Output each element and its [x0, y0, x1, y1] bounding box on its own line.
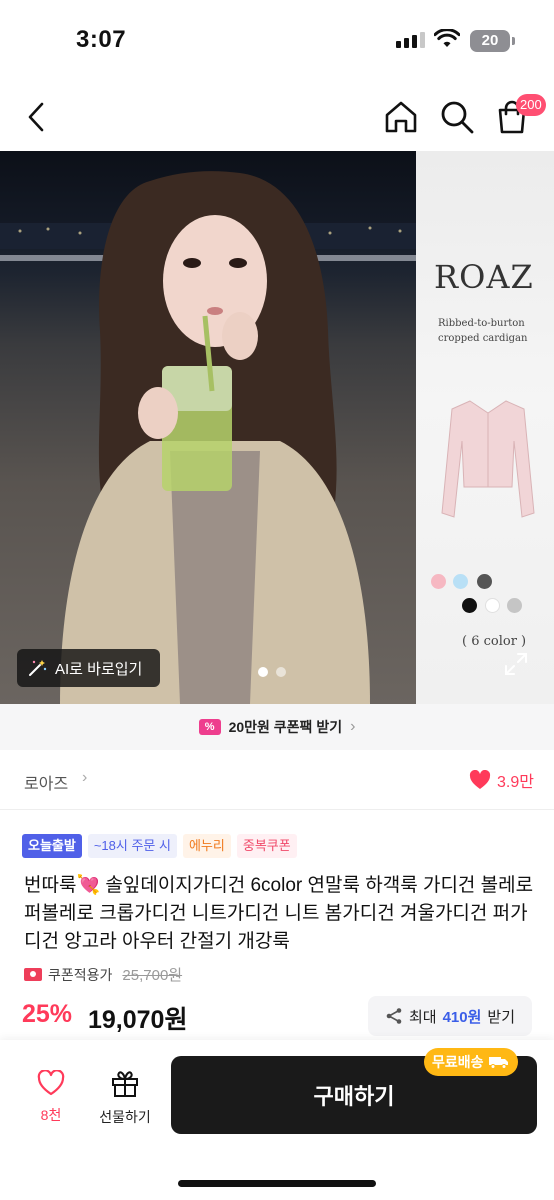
- max-coupon-suffix: 받기: [487, 1008, 516, 1026]
- tag-order-by: ~18시 주문 시: [87, 834, 177, 858]
- store-like-count: 3.9만: [497, 774, 534, 791]
- gift-icon: [112, 1071, 138, 1097]
- cellular-signal-icon: [396, 32, 425, 48]
- gift-button[interactable]: 선물하기: [88, 1070, 162, 1130]
- wishlist-button[interactable]: 8천: [26, 1069, 76, 1130]
- gift-label: 선물하기: [99, 1109, 151, 1125]
- status-time: 3:07: [76, 26, 127, 53]
- heart-outline-icon: [37, 1069, 65, 1096]
- carousel-dot[interactable]: [276, 667, 286, 677]
- tag-stackable-coupon: 중복쿠폰: [236, 834, 297, 858]
- coupon-icon: [198, 719, 221, 735]
- home-icon[interactable]: [382, 98, 420, 136]
- coupon-pack-banner[interactable]: 20만원 쿠폰팩 받기 ›: [0, 704, 554, 750]
- color-swatch: [462, 598, 477, 613]
- brand-logo-text: ROAZ: [434, 258, 534, 296]
- ai-try-on-button[interactable]: AI로 바로입기: [17, 649, 160, 687]
- chevron-right-icon: ›: [350, 718, 356, 735]
- color-swatch: [485, 598, 500, 613]
- status-bar: 3:07 20: [0, 0, 554, 80]
- carousel-indicator: [258, 667, 286, 677]
- store-name-link[interactable]: 로아즈: [24, 770, 68, 794]
- original-price: 25,700원: [122, 967, 183, 984]
- cardigan-product-illustration: [441, 400, 535, 518]
- coupon-pack-label: 20만원 쿠폰팩 받기: [228, 719, 343, 735]
- coupon-applied-label: 쿠폰적용가: [48, 966, 113, 983]
- magic-wand-icon: [29, 660, 47, 676]
- store-like-button[interactable]: 3.9만: [469, 768, 534, 792]
- heart-filled-icon: [469, 770, 491, 789]
- truck-icon: [488, 1057, 508, 1069]
- tag-today-ship: 오늘출발: [22, 834, 82, 858]
- expand-icon[interactable]: [504, 652, 528, 676]
- color-count-label: ( 6 color ): [462, 634, 527, 649]
- chevron-left-icon: [28, 102, 44, 132]
- color-swatch: [507, 598, 522, 613]
- battery-tip: [512, 37, 515, 45]
- battery-indicator: 20: [470, 30, 510, 52]
- free-shipping-label: 무료배송: [432, 1054, 484, 1070]
- model-photo-illustration: [0, 171, 416, 704]
- max-coupon-amount: 410원: [442, 1008, 482, 1026]
- top-nav-bar: [0, 84, 554, 150]
- share-icon: [386, 1008, 402, 1024]
- product-tags: 오늘출발 ~18시 주문 시 에누리 중복쿠폰: [22, 834, 297, 858]
- cart-count-badge: 200: [516, 94, 546, 116]
- model-photo: [0, 151, 416, 704]
- ticket-icon: [24, 968, 42, 981]
- color-swatch: [453, 574, 468, 589]
- color-swatch: [477, 574, 492, 589]
- tag-enuri: 에누리: [182, 834, 231, 858]
- discount-rate: 25%: [22, 1000, 73, 1028]
- home-indicator: [178, 1180, 376, 1187]
- chevron-right-icon: ›: [82, 769, 88, 786]
- max-coupon-button[interactable]: 최대 410원 받기: [368, 996, 532, 1036]
- free-shipping-badge: 무료배송: [424, 1048, 518, 1076]
- color-swatch: [431, 574, 446, 589]
- wishlist-count: 8천: [40, 1107, 62, 1123]
- store-row: 로아즈 › 3.9만: [0, 750, 554, 810]
- sale-price: 19,070원: [88, 1006, 188, 1034]
- coupon-applied-row: 쿠폰적용가 25,700원: [24, 964, 182, 985]
- wifi-icon: [434, 29, 460, 47]
- ai-try-on-label: AI로 바로입기: [55, 660, 143, 678]
- carousel-dot[interactable]: [258, 667, 268, 677]
- product-subtitle: Ribbed-to-burton cropped cardigan: [438, 318, 528, 344]
- back-button[interactable]: [18, 98, 54, 136]
- product-title: 번따룩💘 솔잎데이지가디건 6color 연말룩 하객룩 가디건 볼레로 퍼볼레…: [24, 875, 534, 952]
- search-icon[interactable]: [438, 98, 476, 136]
- max-coupon-prefix: 최대: [408, 1008, 437, 1026]
